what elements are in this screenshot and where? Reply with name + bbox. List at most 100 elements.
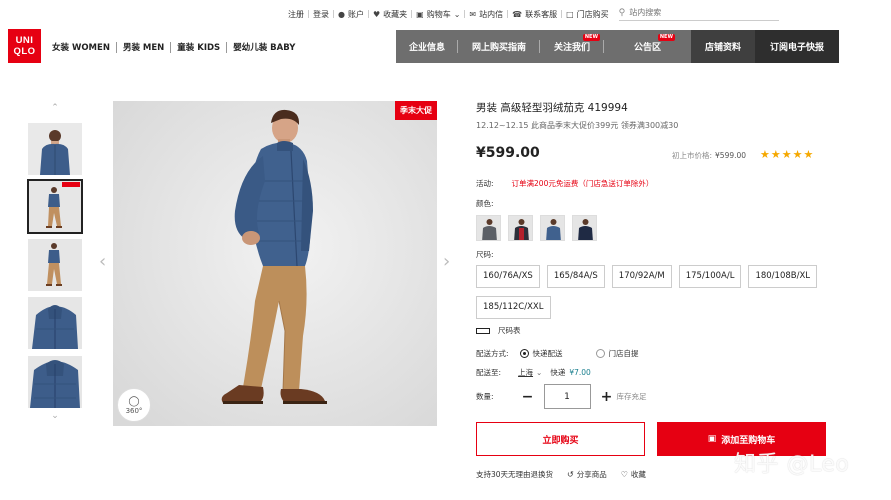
store-label: 门店购买 — [576, 9, 609, 19]
shipping-method-row: 配送方式: 快递配送 门店自提 — [476, 348, 639, 359]
tab-label: 企业信息 — [408, 43, 445, 53]
model-photo — [113, 101, 437, 426]
tab-follow-us[interactable]: 关注我们 NEW — [540, 30, 604, 63]
color-swatch-blue[interactable] — [540, 215, 565, 241]
store-icon: □ — [566, 9, 574, 19]
shipping-store-option[interactable]: 门店自提 — [595, 348, 639, 359]
product-thumbnail[interactable] — [28, 123, 82, 175]
color-swatch-grey[interactable] — [476, 215, 501, 241]
product-price: ¥599.00 — [476, 145, 540, 161]
color-swatch-navy[interactable] — [572, 215, 597, 241]
category-baby[interactable]: 婴幼儿装 BABY — [227, 41, 301, 53]
register-link[interactable]: 注册 — [284, 9, 308, 20]
tab-label: 订阅电子快报 — [769, 43, 824, 53]
login-link[interactable]: 登录 — [309, 9, 333, 20]
watermark: 知乎 @Leo — [734, 452, 850, 477]
promo-label: 活动: — [476, 179, 494, 188]
info-tabs: 企业信息 网上购买指南 关注我们 NEW 公告区 NEW 店铺资料 订阅电子快报 — [396, 30, 839, 63]
category-nav: 女装 WOMEN 男装 MEN 童装 KIDS 婴幼儿装 BABY — [52, 41, 301, 53]
color-swatch-red[interactable] — [508, 215, 533, 241]
promo-badge: 季末大促 — [395, 101, 437, 120]
rating-stars[interactable]: ★★★★★ — [760, 148, 814, 161]
uniqlo-logo[interactable]: UNI QLO — [8, 29, 41, 63]
chevron-up-icon[interactable]: ⌃ — [48, 104, 62, 113]
product-thumbnail[interactable] — [28, 239, 82, 291]
next-image-arrow-icon[interactable]: › — [443, 252, 450, 272]
tab-newsletter[interactable]: 订阅电子快报 — [755, 30, 839, 63]
product-subtitle: 12.12~12.15 此商品季末大促价399元 领券满300减30 — [476, 121, 679, 130]
share-icon: ↺ — [567, 470, 574, 479]
size-label: 尺码: — [476, 250, 494, 259]
first-launch-price: 初上市价格: ¥599.00 — [672, 150, 746, 161]
heart-icon: ♡ — [620, 470, 628, 479]
share-button[interactable]: ↺ 分享商品 — [567, 469, 607, 480]
utility-bar: 注册 登录 ● 账户 ♥ 收藏夹 ▣ 购物车 ⌄ ✉ 站内信 ☎ 联系客服 □ 门店购买 ⚲ — [284, 8, 779, 21]
radio-unselected[interactable] — [595, 349, 605, 358]
new-badge: NEW — [582, 34, 600, 41]
view-360-label: 360° — [125, 406, 143, 415]
size-option[interactable]: 165/84A/S — [546, 265, 605, 288]
tab-announcements[interactable]: 公告区 NEW — [604, 30, 691, 63]
minus-icon[interactable]: − — [521, 389, 535, 405]
product-thumbnail[interactable] — [28, 356, 82, 408]
size-option[interactable]: 185/112C/XXL — [476, 296, 551, 319]
tab-label: 公告区 — [633, 43, 661, 53]
messages-link[interactable]: ✉ 站内信 — [465, 9, 507, 20]
buy-now-button[interactable]: 立即购买 — [476, 422, 645, 456]
store-link[interactable]: □ 门店购买 — [562, 9, 613, 20]
category-men[interactable]: 男装 MEN — [117, 41, 170, 53]
category-women[interactable]: 女装 WOMEN — [52, 41, 116, 53]
cart-icon: ▣ — [416, 9, 424, 19]
chevron-down-icon[interactable]: ⌄ — [48, 412, 62, 421]
color-swatches — [476, 215, 597, 241]
account-label: 账户 — [347, 9, 364, 19]
size-option[interactable]: 160/76A/XS — [476, 265, 540, 288]
radio-selected[interactable] — [519, 349, 529, 358]
view-360-button[interactable]: ◯ 360° — [117, 388, 151, 422]
new-badge: NEW — [657, 34, 675, 41]
chevron-down-icon: ⌄ — [453, 9, 461, 19]
shipping-label: 配送方式: — [476, 349, 509, 358]
user-icon: ● — [338, 9, 345, 19]
search-icon[interactable]: ⚲ — [619, 8, 626, 18]
favorite-label: 收藏 — [630, 470, 646, 479]
first-price-value: ¥599.00 — [715, 151, 747, 160]
tab-store-info[interactable]: 店铺资料 — [691, 30, 755, 63]
contact-link[interactable]: ☎ 联系客服 — [508, 9, 561, 20]
category-kids[interactable]: 童装 KIDS — [171, 41, 226, 53]
logo-line-1: UNI — [15, 35, 34, 46]
promotion-row: 活动: 订单满200元免运费（门店急送订单除外） — [476, 178, 653, 189]
cart-link[interactable]: ▣ 购物车 ⌄ — [412, 9, 464, 20]
account-link[interactable]: ● 账户 — [334, 9, 368, 20]
prev-image-arrow-icon[interactable]: ‹ — [99, 252, 106, 272]
product-thumbnail[interactable] — [28, 297, 82, 349]
return-policy-label: 支持30天无理由退换货 — [476, 470, 554, 479]
heart-icon: ♥ — [372, 9, 381, 19]
size-option[interactable]: 170/92A/M — [611, 265, 672, 288]
destination-city-select[interactable]: 上海 — [518, 367, 533, 378]
quantity-label: 数量: — [476, 392, 494, 401]
size-option[interactable]: 175/100A/L — [678, 265, 742, 288]
logo-line-2: QLO — [13, 46, 36, 57]
chevron-down-icon[interactable]: ⌄ — [536, 368, 542, 377]
size-chart-link[interactable]: 尺码表 — [476, 325, 521, 336]
return-policy[interactable]: 支持30天无理由退换货 — [476, 469, 553, 480]
ruler-icon — [476, 327, 490, 334]
search-input[interactable] — [629, 8, 770, 17]
favorite-button[interactable]: ♡ 收藏 — [621, 469, 646, 480]
shipping-express-label: 快递配送 — [532, 349, 563, 358]
add-to-cart-label: 添加至购物车 — [721, 435, 776, 446]
plus-icon[interactable]: + — [600, 389, 614, 405]
favorites-label: 收藏夹 — [383, 9, 408, 19]
search-box: ⚲ — [618, 8, 779, 21]
size-option[interactable]: 180/108B/XL — [748, 265, 818, 288]
rotate-icon: ◯ — [128, 395, 140, 407]
quantity-input[interactable] — [543, 384, 591, 409]
tab-company-info[interactable]: 企业信息 — [396, 30, 458, 63]
tab-shopping-guide[interactable]: 网上购买指南 — [458, 30, 540, 63]
product-thumbnail-selected[interactable] — [27, 179, 83, 234]
shipping-express-option[interactable]: 快递配送 — [519, 348, 563, 359]
tab-label: 店铺资料 — [704, 43, 741, 53]
favorites-link[interactable]: ♥ 收藏夹 — [369, 9, 411, 20]
stock-status: 库存充足 — [616, 392, 647, 401]
